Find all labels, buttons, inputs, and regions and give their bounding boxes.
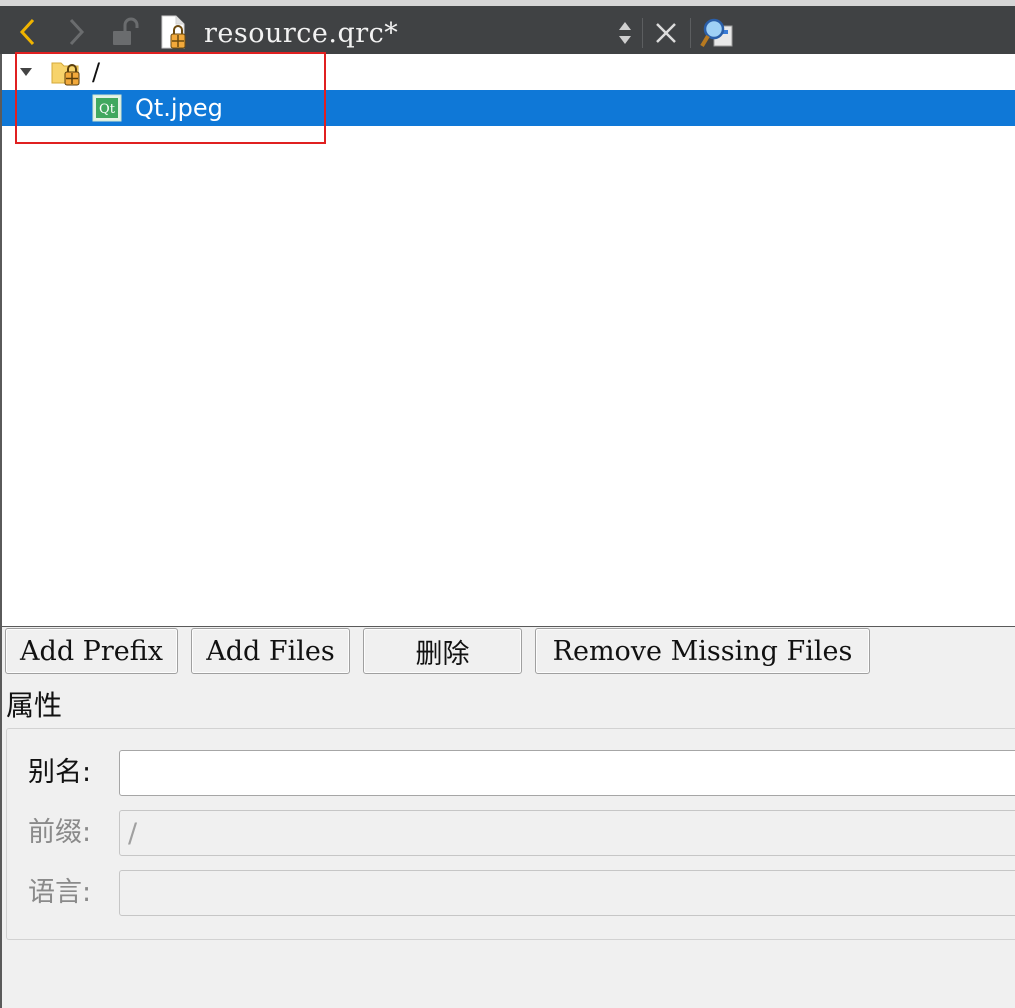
file-switcher-arrows-icon[interactable] (612, 16, 638, 50)
editor-toolbar: resource.qrc* (0, 0, 1015, 54)
add-files-button[interactable]: Add Files (191, 628, 350, 674)
expand-arrow-icon[interactable] (16, 60, 36, 84)
remove-missing-files-button[interactable]: Remove Missing Files (535, 628, 870, 674)
prefix-label: 前缀: (28, 817, 92, 848)
forward-arrow-icon[interactable] (62, 14, 90, 50)
qt-image-icon: Qt (92, 94, 122, 122)
toolbar-separator (642, 18, 643, 48)
toolbar-separator (690, 18, 691, 48)
add-prefix-button[interactable]: Add Prefix (5, 628, 178, 674)
language-label: 语言: (28, 877, 92, 908)
qt-icon-text: Qt (99, 102, 116, 117)
prefix-folder-icon (49, 56, 83, 88)
tree-file-label: Qt.jpeg (135, 94, 223, 122)
tree-row-prefix[interactable]: / (2, 54, 1015, 90)
split-window-icon[interactable] (698, 14, 738, 52)
file-title: resource.qrc* (204, 18, 399, 49)
remove-button[interactable]: 删除 (363, 628, 522, 674)
tree-row-file[interactable]: Qt Qt.jpeg (2, 90, 1015, 126)
unlock-icon[interactable] (110, 14, 140, 50)
alias-label: 别名: (28, 757, 92, 788)
back-arrow-icon[interactable] (14, 14, 42, 50)
alias-input[interactable] (119, 750, 1015, 796)
language-input[interactable] (119, 870, 1015, 916)
resource-tree[interactable]: / Qt Qt.jpeg (0, 54, 1015, 626)
prefix-input[interactable] (119, 810, 1015, 856)
qrc-file-icon (156, 12, 190, 52)
tree-prefix-label: / (92, 58, 101, 86)
close-icon[interactable] (650, 16, 682, 50)
properties-title: 属性 (6, 689, 63, 722)
